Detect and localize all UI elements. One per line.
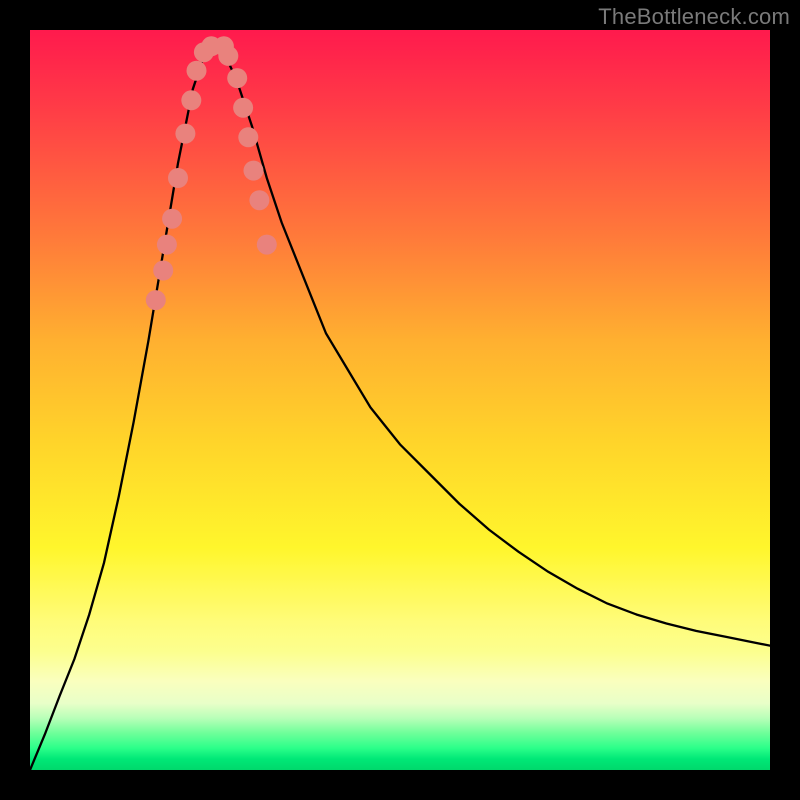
outer-frame: TheBottleneck.com [0, 0, 800, 800]
watermark-text: TheBottleneck.com [598, 4, 790, 30]
plot-area [30, 30, 770, 770]
background-gradient [30, 30, 770, 770]
